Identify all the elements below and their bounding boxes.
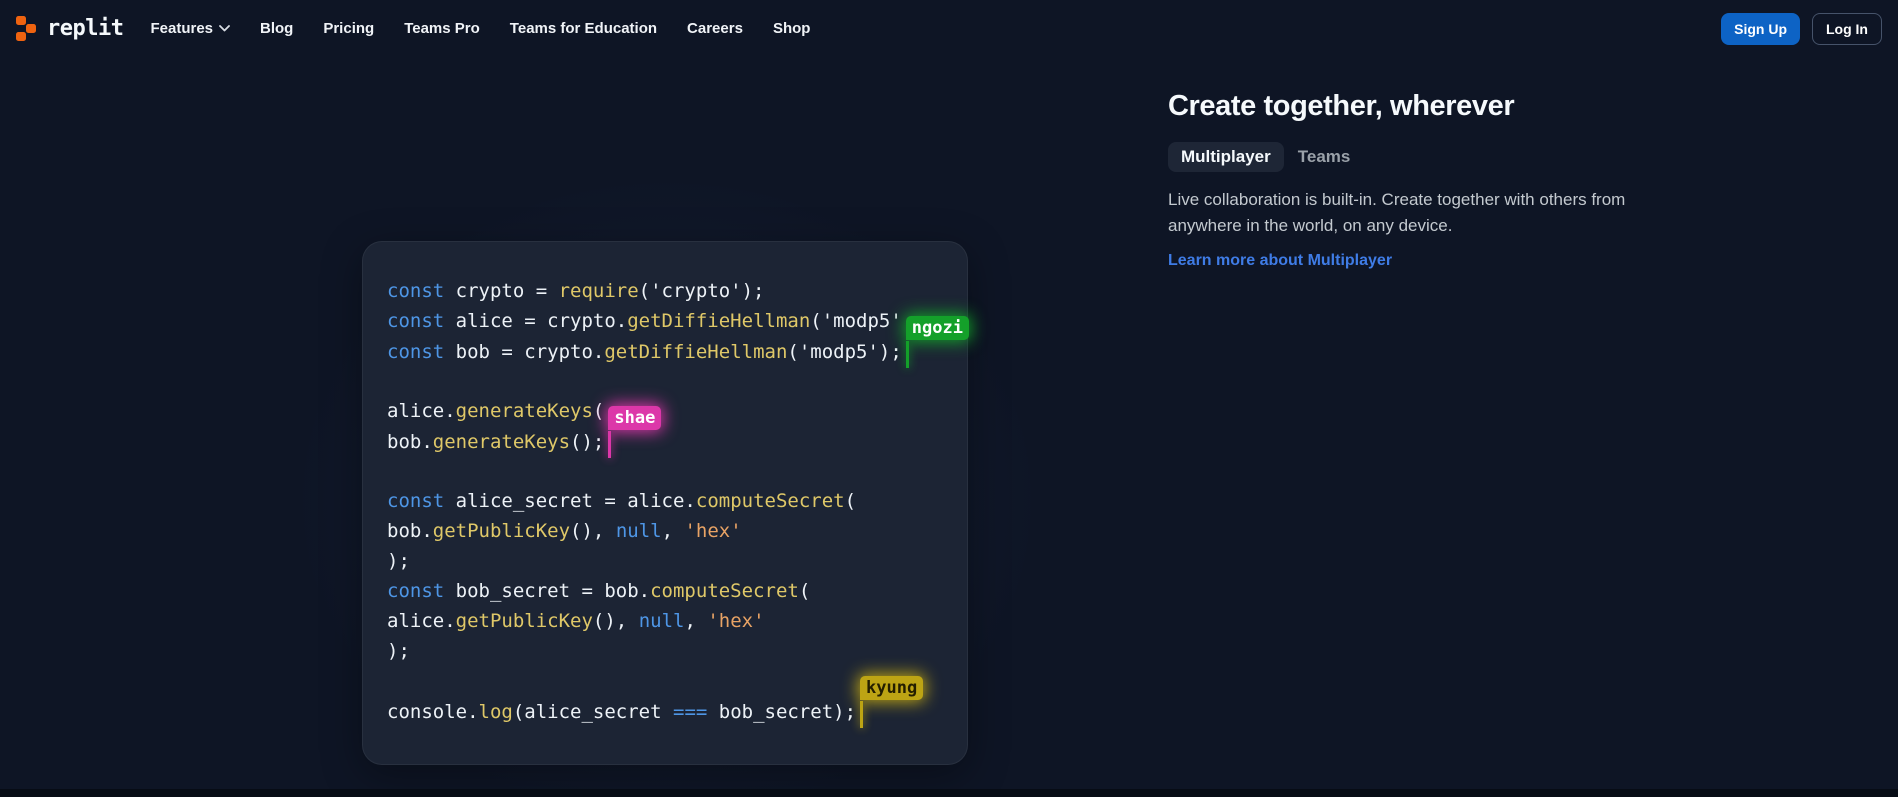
replit-landing-page: replit Features Blog Pricing Teams Pro T… — [0, 0, 1898, 797]
code-line: const alice_secret = alice.computeSecret… — [387, 486, 967, 516]
collaborator-cursor-label-shae: shae — [608, 406, 661, 430]
collaborator-cursor-label-kyung: kyung — [860, 676, 923, 700]
code-line: const alice = crypto.getDiffieHellman('m… — [387, 306, 967, 336]
code-line: ); — [387, 546, 967, 576]
hero-description-line-1: Live collaboration is built-in. Create t… — [1168, 187, 1638, 213]
code-token-pl: console. — [387, 701, 479, 723]
code-token-fn: log — [479, 701, 513, 723]
code-token-pl: ); — [387, 640, 410, 662]
sign-up-button[interactable]: Sign Up — [1721, 13, 1800, 45]
code-token-pl: bob_secret); — [707, 701, 856, 723]
code-token-pl: bob_secret = bob. — [444, 580, 650, 602]
code-line: const crypto = require('crypto'); — [387, 276, 967, 306]
code-token-fn: generateKeys — [433, 431, 570, 453]
collaborator-caret-kyung: kyung — [860, 701, 863, 728]
code-token-pl: , — [684, 610, 707, 632]
next-section-edge — [0, 789, 1898, 797]
nav-item-pricing[interactable]: Pricing — [323, 20, 374, 37]
nav-item-teams-pro[interactable]: Teams Pro — [404, 20, 480, 37]
code-token-kw: === — [673, 701, 707, 723]
code-token-pl: (alice_secret — [513, 701, 673, 723]
code-token-kw: const — [387, 580, 444, 602]
code-token-fn: require — [559, 280, 639, 302]
code-line: console.log(alice_secret === bob_secret)… — [387, 696, 967, 726]
replit-logo[interactable]: replit — [16, 16, 123, 41]
tab-multiplayer[interactable]: Multiplayer — [1168, 142, 1284, 172]
top-navbar: replit Features Blog Pricing Teams Pro T… — [0, 0, 1898, 57]
code-line: alice.generateKeys( — [387, 396, 967, 426]
code-token-pl: alice. — [387, 610, 456, 632]
chevron-down-icon — [219, 25, 230, 32]
code-token-pl: (); — [570, 431, 604, 453]
multiplayer-code-editor-card: const crypto = require('crypto');const a… — [362, 241, 968, 765]
code-line: alice.getPublicKey(), null, 'hex' — [387, 606, 967, 636]
hero-copy: Create together, wherever Multiplayer Te… — [1168, 90, 1638, 270]
code-token-kw: null — [616, 520, 662, 542]
code-token-fn: generateKeys — [456, 400, 593, 422]
code-token-pl: ('modp5' — [810, 310, 902, 332]
code-token-fn: computeSecret — [650, 580, 799, 602]
nav-item-features[interactable]: Features — [150, 20, 230, 37]
code-token-pl: ); — [387, 550, 410, 572]
code-token-pl: ('crypto'); — [639, 280, 765, 302]
page-title: Create together, wherever — [1168, 90, 1638, 123]
code-token-pl: ( — [593, 400, 604, 422]
replit-logo-icon — [16, 16, 37, 41]
hero-description-line-2: anywhere in the world, on any device. — [1168, 213, 1638, 239]
code-token-pl: bob. — [387, 520, 433, 542]
code-line: bob.getPublicKey(), null, 'hex' — [387, 516, 967, 546]
code-token-fn: getDiffieHellman — [604, 341, 787, 363]
collaborator-caret-ngozi: ngozi — [906, 341, 909, 368]
log-in-button[interactable]: Log In — [1812, 13, 1882, 45]
code-token-kw: const — [387, 341, 444, 363]
code-line — [387, 366, 967, 396]
code-token-kw: const — [387, 280, 444, 302]
code-token-pl: bob. — [387, 431, 433, 453]
nav-item-blog[interactable]: Blog — [260, 20, 293, 37]
collaborator-cursor-label-ngozi: ngozi — [906, 316, 969, 340]
code-line: ); — [387, 636, 967, 666]
code-line: bob.generateKeys(); shae — [387, 426, 967, 456]
code-token-pl: ('modp5'); — [787, 341, 901, 363]
code-token-str: 'hex' — [707, 610, 764, 632]
hero-description: Live collaboration is built-in. Create t… — [1168, 187, 1638, 239]
auth-buttons: Sign Up Log In — [1721, 13, 1882, 45]
code-token-pl: ( — [845, 490, 856, 512]
code-snippet: const crypto = require('crypto');const a… — [387, 276, 967, 726]
learn-more-multiplayer-link[interactable]: Learn more about Multiplayer — [1168, 252, 1638, 270]
code-line: const bob_secret = bob.computeSecret( — [387, 576, 967, 606]
code-token-pl: bob = crypto. — [444, 341, 604, 363]
code-token-fn: getDiffieHellman — [627, 310, 810, 332]
code-token-pl: alice = crypto. — [444, 310, 627, 332]
code-token-pl: (), — [570, 520, 616, 542]
code-token-fn: getPublicKey — [433, 520, 570, 542]
code-token-pl: ( — [799, 580, 810, 602]
code-line: const bob = crypto.getDiffieHellman('mod… — [387, 336, 967, 366]
nav-item-teams-for-education[interactable]: Teams for Education — [510, 20, 657, 37]
code-token-str: 'hex' — [684, 520, 741, 542]
hero-tabs: Multiplayer Teams — [1168, 142, 1638, 172]
nav-links: Features Blog Pricing Teams Pro Teams fo… — [150, 20, 810, 37]
code-token-kw: const — [387, 310, 444, 332]
code-line — [387, 456, 967, 486]
code-token-kw: const — [387, 490, 444, 512]
code-token-fn: getPublicKey — [456, 610, 593, 632]
tab-teams[interactable]: Teams — [1298, 142, 1364, 172]
collaborator-caret-shae: shae — [608, 431, 611, 458]
code-token-pl: (), — [593, 610, 639, 632]
code-token-pl: alice. — [387, 400, 456, 422]
nav-item-careers[interactable]: Careers — [687, 20, 743, 37]
code-token-pl: alice_secret = alice. — [444, 490, 696, 512]
code-token-pl: , — [662, 520, 685, 542]
code-token-pl: crypto = — [444, 280, 558, 302]
replit-wordmark: replit — [47, 16, 123, 41]
code-token-fn: computeSecret — [696, 490, 845, 512]
nav-item-shop[interactable]: Shop — [773, 20, 811, 37]
code-token-kw: null — [639, 610, 685, 632]
